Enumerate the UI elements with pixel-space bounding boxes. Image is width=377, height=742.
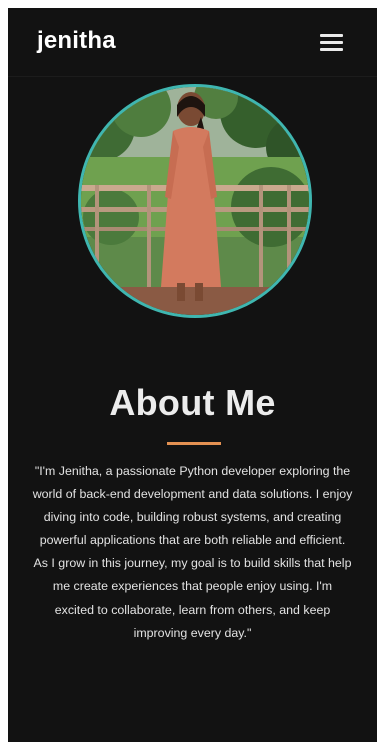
page: jenitha About Me "I'm Jenitha, a passion…	[8, 8, 377, 742]
navbar: jenitha	[8, 8, 377, 77]
profile-photo-illustration	[81, 87, 309, 315]
menu-bar	[320, 34, 343, 37]
menu-bar	[320, 41, 343, 44]
heading-underline	[167, 442, 221, 445]
about-bio: "I'm Jenitha, a passionate Python develo…	[32, 464, 353, 640]
hamburger-menu-icon[interactable]	[316, 30, 348, 58]
about-heading: About Me	[109, 382, 276, 423]
brand-logo[interactable]: jenitha	[37, 27, 116, 55]
profile-photo	[78, 84, 312, 318]
menu-bar	[320, 48, 343, 51]
